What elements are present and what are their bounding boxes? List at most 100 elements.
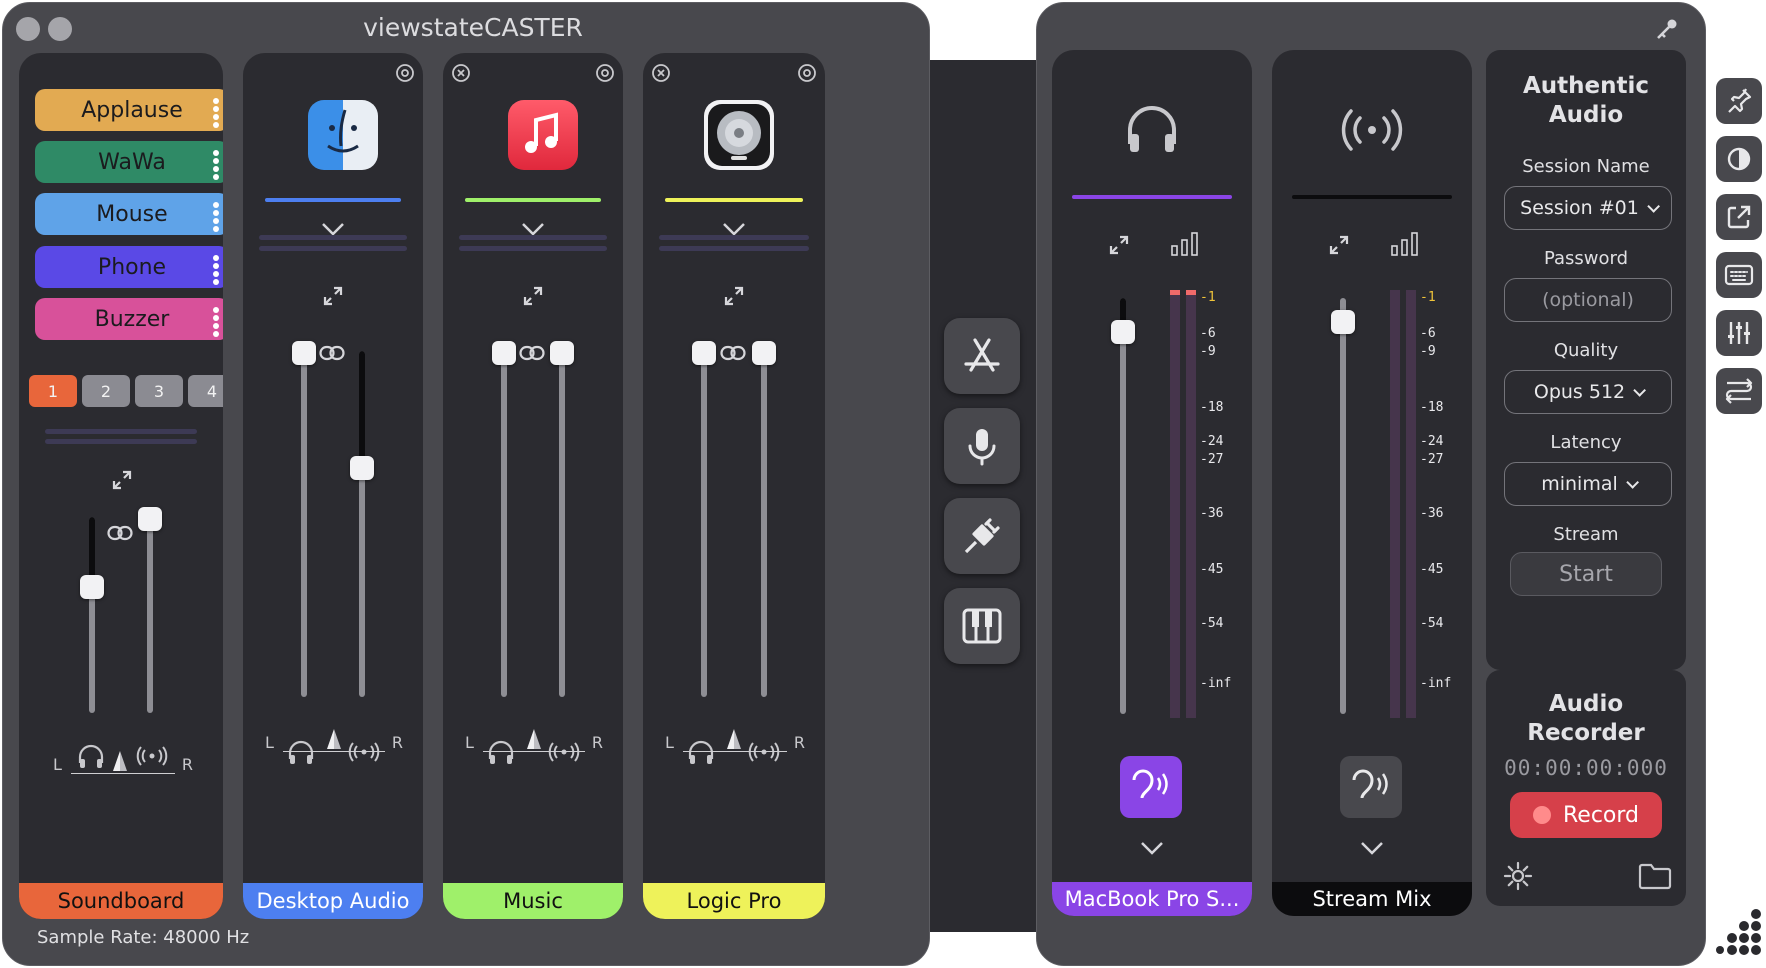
session-name-value: Session #01	[1520, 197, 1639, 219]
record-button[interactable]: Record	[1510, 792, 1662, 838]
output-volume-slider[interactable]	[1331, 298, 1355, 714]
more-options-icon[interactable]	[213, 255, 219, 287]
source-color-line	[665, 198, 803, 202]
level-meter-left	[1390, 290, 1400, 718]
db-tick: -18	[1200, 400, 1224, 415]
keyboard-button[interactable]	[1716, 252, 1762, 298]
headphones-volume-slider[interactable]	[80, 517, 104, 713]
gear-icon[interactable]	[1502, 860, 1534, 892]
microphone-button[interactable]	[944, 408, 1020, 484]
level-meter	[45, 429, 197, 434]
expand-icon[interactable]	[522, 285, 544, 307]
latency-label: Latency	[1550, 432, 1622, 453]
db-tick: -24	[1200, 434, 1224, 449]
headphones-volume-slider[interactable]	[292, 341, 316, 697]
sound-button-buzzer[interactable]: Buzzer	[35, 298, 223, 340]
pan-slider[interactable]: L R	[53, 743, 193, 783]
sound-button-mouse[interactable]: Mouse	[35, 193, 223, 235]
stream-volume-slider[interactable]	[138, 507, 162, 713]
pan-slider[interactable]: L R	[465, 721, 603, 761]
db-tick: -36	[1200, 506, 1224, 521]
window-title: viewstateCASTER	[363, 13, 583, 42]
pan-left-label: L	[53, 755, 62, 774]
link-icon[interactable]	[720, 345, 746, 361]
expand-icon[interactable]	[1108, 234, 1130, 256]
soundboard-page-tab-3[interactable]: 3	[135, 375, 183, 407]
link-icon[interactable]	[519, 345, 545, 361]
session-name-select[interactable]: Session #01	[1504, 186, 1672, 230]
monitor-ear-icon[interactable]	[1340, 756, 1402, 818]
recorder-panel: Audio Recorder 00:00:00:000 Record	[1486, 670, 1686, 906]
stream-volume-slider[interactable]	[550, 341, 574, 697]
folder-icon[interactable]	[1638, 862, 1672, 890]
settings-icon[interactable]	[797, 63, 817, 83]
latency-select[interactable]: minimal	[1504, 462, 1672, 506]
expand-icon[interactable]	[322, 285, 344, 307]
more-options-icon[interactable]	[213, 150, 219, 182]
db-scale: -1 -6 -9 -18 -24 -27 -36 -45 -54 -inf	[1200, 50, 1252, 916]
password-field[interactable]: (optional)	[1504, 278, 1672, 322]
remove-icon[interactable]	[451, 63, 471, 83]
stream-volume-slider[interactable]	[350, 351, 374, 697]
chevron-down-icon[interactable]	[1140, 840, 1164, 856]
strip-name[interactable]: Desktop Audio	[243, 883, 423, 919]
expand-icon[interactable]	[723, 285, 745, 307]
signal-bars-icon[interactable]	[1170, 230, 1200, 256]
source-color-line	[265, 198, 401, 202]
appearance-button[interactable]	[1716, 136, 1762, 182]
expand-icon[interactable]	[111, 469, 133, 491]
audio-input-button[interactable]	[944, 498, 1020, 574]
settings-icon[interactable]	[595, 63, 615, 83]
instrument-button[interactable]	[944, 588, 1020, 664]
strip-name[interactable]: Logic Pro	[643, 883, 825, 919]
link-icon[interactable]	[319, 345, 345, 361]
popout-button[interactable]	[1716, 194, 1762, 240]
pan-left-label: L	[465, 733, 474, 752]
signal-bars-icon[interactable]	[1390, 230, 1420, 256]
chevron-down-icon[interactable]	[1360, 840, 1384, 856]
soundboard-page-tab-4[interactable]: 4	[188, 375, 223, 407]
pan-knob[interactable]	[525, 729, 543, 749]
output-volume-slider[interactable]	[1111, 298, 1135, 714]
stream-start-button[interactable]: Start	[1510, 552, 1662, 596]
db-tick: -18	[1420, 400, 1444, 415]
record-dot-icon	[1532, 806, 1551, 824]
pan-knob[interactable]	[325, 729, 343, 749]
more-options-icon[interactable]	[213, 98, 219, 130]
app-store-button[interactable]	[944, 318, 1020, 394]
pin-button[interactable]	[1716, 78, 1762, 124]
sound-button-label: Phone	[97, 254, 167, 280]
strip-name[interactable]: Soundboard	[19, 883, 223, 919]
soundboard-page-tab-1[interactable]: 1	[29, 375, 77, 407]
headphones-volume-slider[interactable]	[692, 341, 716, 697]
pan-slider[interactable]: L R	[665, 721, 805, 761]
sound-button-label: Mouse	[96, 201, 168, 227]
strip-name[interactable]: Stream Mix	[1272, 882, 1472, 916]
settings-icon[interactable]	[395, 63, 415, 83]
pan-knob[interactable]	[111, 751, 129, 771]
sound-button-applause[interactable]: Applause	[35, 89, 223, 131]
soundboard-page-tab-2[interactable]: 2	[82, 375, 130, 407]
pan-slider[interactable]: L R	[265, 721, 403, 761]
more-options-icon[interactable]	[213, 307, 219, 339]
quality-select[interactable]: Opus 512	[1504, 370, 1672, 414]
sound-button-phone[interactable]: Phone	[35, 246, 223, 288]
more-options-icon[interactable]	[213, 202, 219, 234]
key-icon[interactable]	[1655, 17, 1679, 41]
strip-name[interactable]: Music	[443, 883, 623, 919]
strip-name[interactable]: MacBook Pro S...	[1052, 882, 1252, 916]
expand-icon[interactable]	[1328, 234, 1350, 256]
mixer-settings-button[interactable]	[1716, 310, 1762, 356]
record-label: Record	[1562, 802, 1639, 828]
stream-volume-slider[interactable]	[752, 341, 776, 697]
headphones-volume-slider[interactable]	[492, 341, 516, 697]
sound-button-wawa[interactable]: WaWa	[35, 141, 223, 183]
link-icon[interactable]	[107, 525, 133, 541]
monitor-ear-icon[interactable]	[1120, 756, 1182, 818]
remove-icon[interactable]	[651, 63, 671, 83]
routing-button[interactable]	[1716, 368, 1762, 414]
pan-knob[interactable]	[725, 729, 743, 749]
sound-button-label: Applause	[81, 97, 183, 123]
db-tick: -9	[1420, 344, 1436, 359]
db-tick: -54	[1420, 616, 1444, 631]
